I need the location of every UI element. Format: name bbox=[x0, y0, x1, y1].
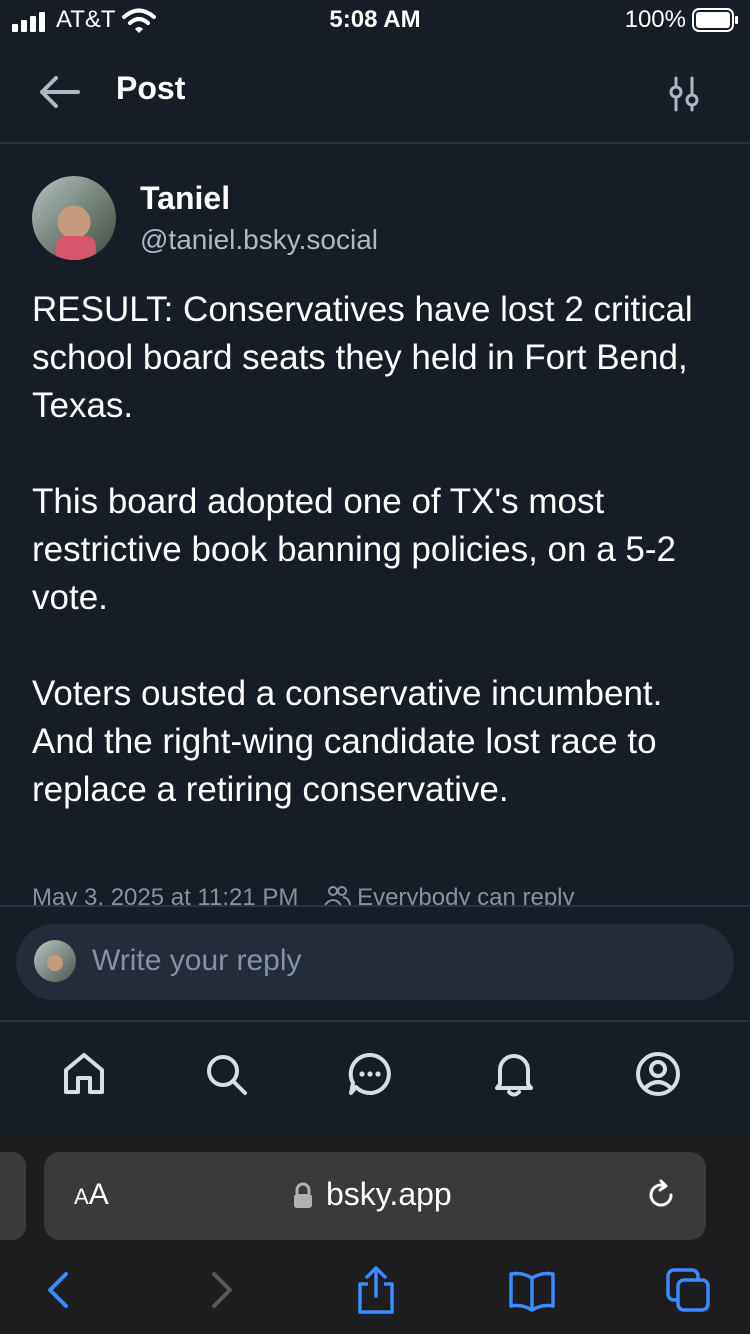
bell-icon[interactable] bbox=[490, 1050, 538, 1098]
share-icon[interactable] bbox=[352, 1266, 400, 1314]
battery-icon bbox=[692, 8, 738, 32]
author-name[interactable]: Taniel bbox=[140, 180, 230, 217]
reply-placeholder[interactable]: Write your reply bbox=[92, 944, 302, 978]
thread-settings-icon[interactable] bbox=[664, 74, 704, 114]
aa-label-small: A bbox=[74, 1184, 89, 1209]
lock-icon bbox=[294, 1182, 312, 1208]
divider bbox=[0, 905, 750, 907]
home-icon[interactable] bbox=[60, 1050, 108, 1098]
reload-icon[interactable] bbox=[644, 1178, 678, 1212]
tabs-icon[interactable] bbox=[664, 1266, 712, 1314]
post-header: Post bbox=[0, 44, 750, 144]
browser-back-icon[interactable] bbox=[36, 1266, 84, 1314]
post-timestamp: May 3, 2025 at 11:21 PM bbox=[32, 884, 299, 906]
chat-icon[interactable] bbox=[346, 1050, 394, 1098]
reply-setting: Everybody can reply bbox=[357, 884, 575, 906]
page-title: Post bbox=[116, 70, 186, 106]
post-body: RESULT: Conservatives have lost 2 critic… bbox=[32, 290, 693, 809]
bookmarks-icon[interactable] bbox=[508, 1266, 556, 1314]
my-avatar bbox=[34, 940, 76, 982]
previous-tab-preview[interactable] bbox=[0, 1152, 26, 1240]
profile-icon[interactable] bbox=[634, 1050, 682, 1098]
search-icon[interactable] bbox=[202, 1050, 250, 1098]
post-meta: May 3, 2025 at 11:21 PM Everybody can re… bbox=[0, 880, 750, 906]
people-icon bbox=[324, 886, 352, 906]
status-bar: AT&T 5:08 AM 100% bbox=[0, 0, 750, 44]
browser-forward-icon[interactable] bbox=[196, 1266, 244, 1314]
divider bbox=[0, 1020, 750, 1022]
url-text[interactable]: bsky.app bbox=[326, 1176, 452, 1213]
battery-percent: 100% bbox=[624, 6, 686, 33]
author-handle[interactable]: @taniel.bsky.social bbox=[140, 224, 378, 256]
reader-settings-button[interactable]: AAAA bbox=[74, 1178, 109, 1212]
back-arrow-icon[interactable] bbox=[38, 74, 82, 110]
author-avatar[interactable] bbox=[32, 176, 116, 260]
